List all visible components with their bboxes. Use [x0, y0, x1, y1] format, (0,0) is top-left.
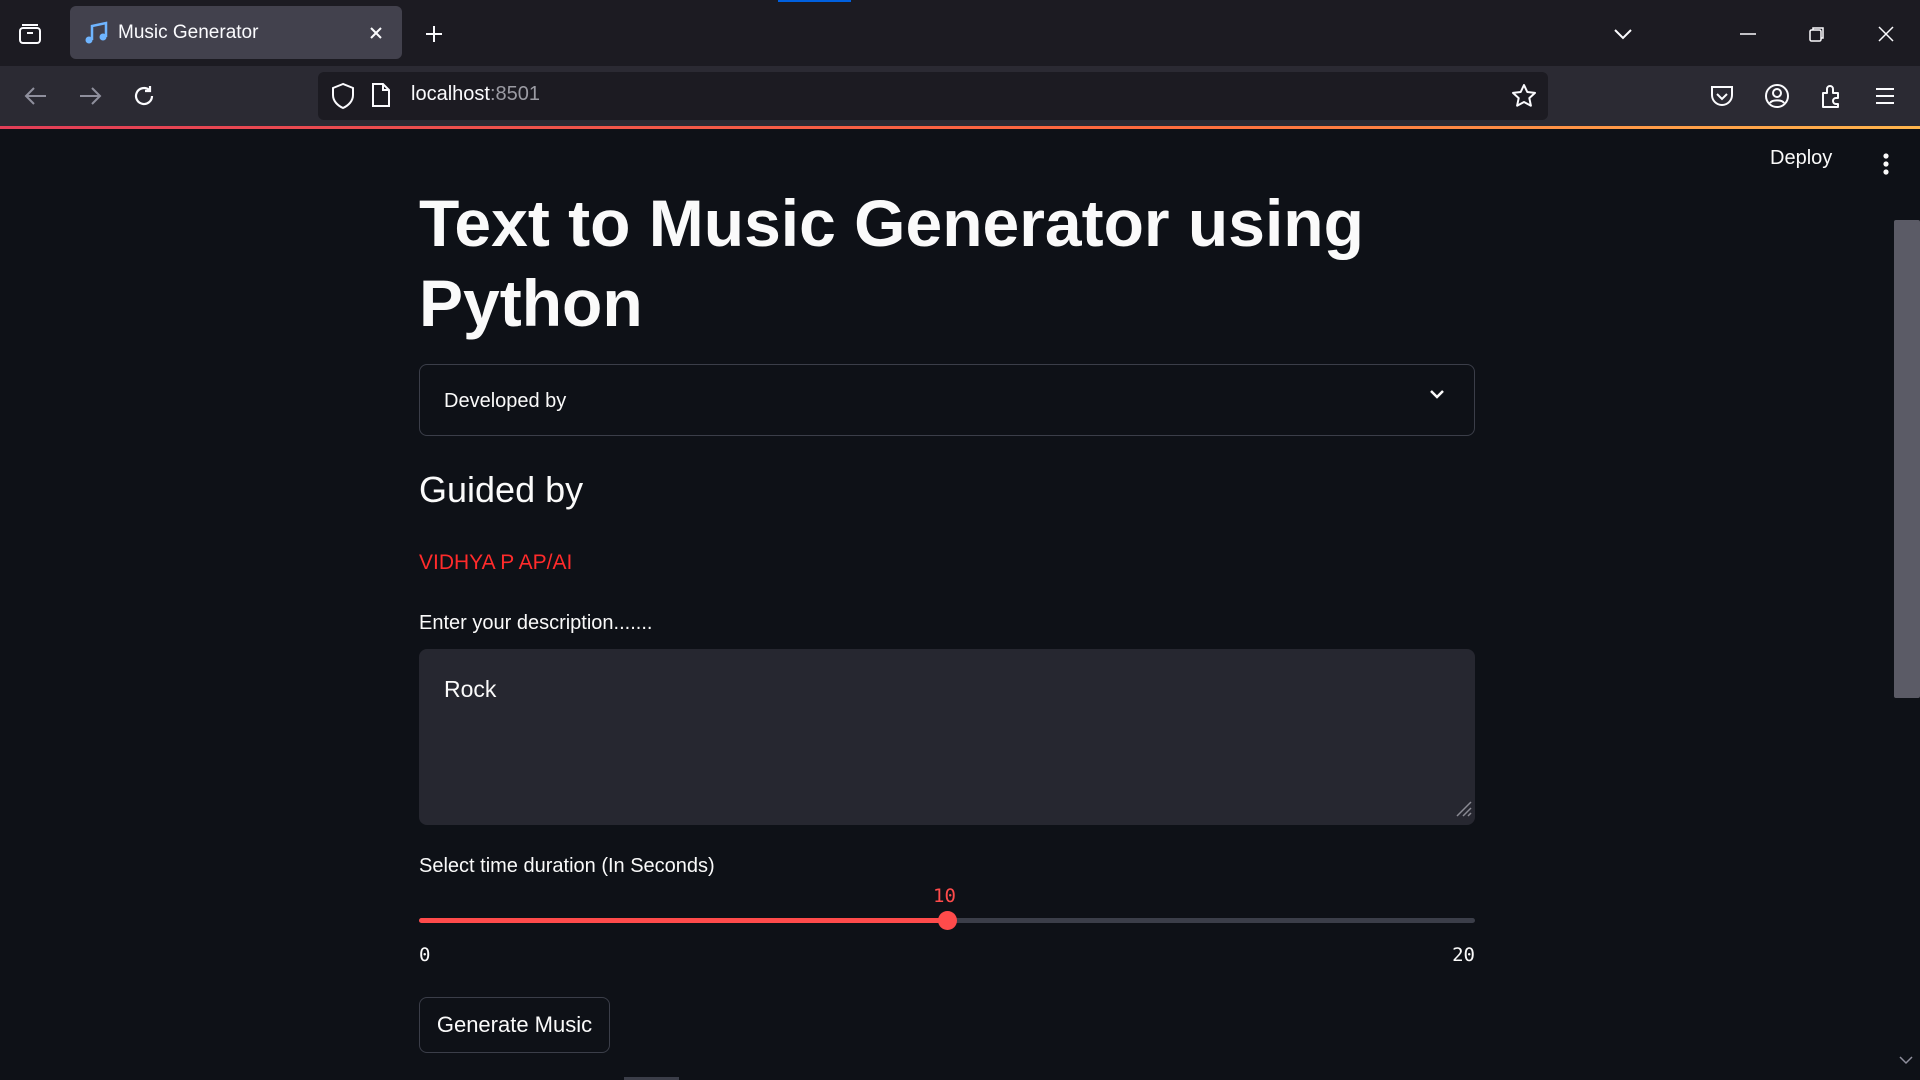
slider-max-label: 20 — [1452, 944, 1475, 966]
deploy-button[interactable]: Deploy — [1770, 147, 1832, 170]
chevron-down-icon[interactable] — [1428, 387, 1446, 406]
minimize-icon[interactable] — [1728, 14, 1768, 54]
forward-icon[interactable] — [68, 74, 112, 118]
scrollbar[interactable] — [1894, 220, 1920, 698]
address-bar[interactable]: localhost:8501 — [318, 72, 1548, 120]
shield-icon[interactable] — [330, 82, 356, 115]
menu-icon[interactable] — [1863, 74, 1907, 118]
back-icon[interactable] — [14, 74, 58, 118]
expander-label: Developed by — [444, 390, 567, 412]
description-textarea[interactable]: Rock — [419, 649, 1475, 825]
slider-min-label: 0 — [419, 944, 431, 966]
close-window-icon[interactable] — [1866, 14, 1906, 54]
duration-label: Select time duration (In Seconds) — [419, 855, 715, 877]
close-tab-icon[interactable] — [362, 19, 390, 47]
slider-fill — [419, 918, 947, 923]
developed-by-expander[interactable]: Developed by — [419, 364, 1475, 436]
browser-tab[interactable]: Music Generator — [70, 6, 402, 59]
description-value: Rock — [444, 676, 497, 702]
pocket-icon[interactable] — [1700, 74, 1744, 118]
kebab-menu-icon[interactable] — [1874, 149, 1898, 179]
star-icon[interactable] — [1510, 82, 1538, 115]
new-tab-icon[interactable] — [416, 16, 452, 52]
account-icon[interactable] — [1755, 74, 1799, 118]
resize-handle-icon[interactable] — [1451, 796, 1473, 823]
guided-by-heading: Guided by — [419, 469, 584, 510]
duration-slider[interactable] — [419, 911, 1475, 930]
tab-indicator — [778, 0, 851, 2]
slider-thumb[interactable] — [938, 911, 957, 930]
page-title: Text to Music Generator using Python — [419, 186, 1364, 340]
restore-icon[interactable] — [1797, 14, 1837, 54]
scroll-down-icon[interactable] — [1898, 1053, 1914, 1071]
music-note-icon — [82, 19, 110, 47]
tab-list-icon[interactable] — [12, 16, 48, 52]
generate-music-button[interactable]: Generate Music — [419, 997, 610, 1053]
tab-title: Music Generator — [118, 21, 259, 43]
list-all-tabs-icon[interactable] — [1603, 14, 1643, 54]
url-port: :8501 — [489, 83, 540, 105]
description-label: Enter your description....... — [419, 612, 653, 634]
url-host: localhost — [411, 83, 490, 105]
page-icon[interactable] — [370, 82, 392, 113]
url-text[interactable]: localhost:8501 — [411, 83, 540, 106]
navigation-bar: localhost:8501 — [0, 66, 1920, 126]
guide-name: VIDHYA P AP/AI — [419, 551, 573, 574]
slider-current-value: 10 — [933, 885, 956, 907]
extensions-icon[interactable] — [1809, 74, 1853, 118]
tab-bar: Music Generator — [0, 0, 1920, 66]
streamlit-app: Deploy Text to Music Generator using Pyt… — [0, 129, 1920, 1080]
reload-icon[interactable] — [122, 74, 166, 118]
